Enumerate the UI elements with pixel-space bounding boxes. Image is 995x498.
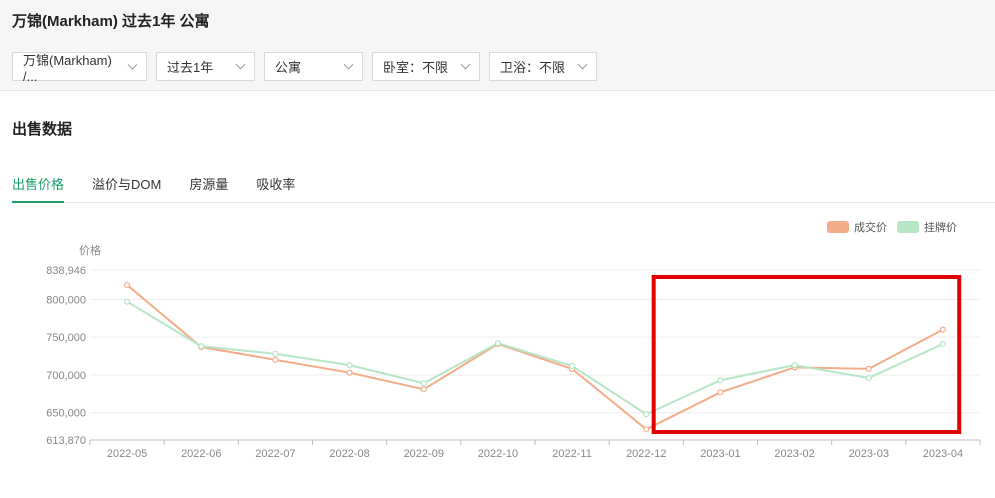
data-point-listing[interactable] bbox=[420, 380, 427, 387]
series-line-listing bbox=[126, 300, 944, 416]
y-axis-label: 价格 bbox=[79, 243, 101, 257]
y-tick-label: 613,870 bbox=[46, 435, 86, 447]
tab-absorption-rate[interactable]: 吸收率 bbox=[256, 174, 295, 203]
legend-item-sold[interactable]: 成交价 bbox=[827, 219, 887, 235]
x-tick-label: 2022-06 bbox=[181, 448, 221, 460]
property-type-select[interactable]: 公寓 bbox=[264, 52, 363, 81]
data-point-sold[interactable] bbox=[643, 426, 650, 433]
legend-label-listing: 挂牌价 bbox=[924, 222, 957, 234]
legend-swatch-sold bbox=[827, 221, 849, 233]
region-select[interactable]: 万锦(Markham) /... bbox=[12, 52, 147, 84]
x-tick-label: 2022-10 bbox=[478, 448, 518, 460]
property-type-select-label: 公寓 bbox=[275, 60, 302, 75]
x-tick-label: 2023-02 bbox=[774, 448, 814, 460]
data-point-listing[interactable] bbox=[272, 350, 279, 357]
section-title: 出售数据 bbox=[12, 121, 73, 138]
y-tick-label: 700,000 bbox=[46, 370, 86, 382]
series-line-sold bbox=[126, 284, 944, 431]
data-point-listing[interactable] bbox=[568, 362, 576, 369]
legend-label-sold: 成交价 bbox=[854, 222, 887, 234]
tab-premium-dom[interactable]: 溢价与DOM bbox=[92, 174, 161, 203]
x-tick-label: 2022-12 bbox=[626, 448, 666, 460]
data-point-listing[interactable] bbox=[939, 340, 947, 348]
y-tick-label: 838,946 bbox=[46, 265, 86, 277]
data-point-sold[interactable] bbox=[272, 356, 279, 363]
y-tick-label: 750,000 bbox=[46, 332, 86, 344]
legend-item-listing[interactable]: 挂牌价 bbox=[897, 219, 957, 235]
chevron-down-icon bbox=[235, 59, 246, 70]
x-tick-label: 2023-03 bbox=[849, 448, 889, 460]
period-select[interactable]: 过去1年 bbox=[156, 52, 255, 81]
chevron-down-icon bbox=[343, 59, 354, 70]
data-point-sold[interactable] bbox=[420, 386, 427, 393]
chart-tabs: 出售价格 溢价与DOM 房源量 吸收率 bbox=[12, 174, 995, 203]
period-select-label: 过去1年 bbox=[167, 60, 214, 75]
data-point-listing[interactable] bbox=[198, 343, 205, 350]
bathroom-select[interactable]: 卫浴：不限 bbox=[489, 52, 597, 81]
data-point-listing[interactable] bbox=[865, 374, 872, 382]
data-point-sold[interactable] bbox=[346, 369, 353, 376]
bathroom-select-label: 卫浴：不限 bbox=[500, 60, 566, 75]
tab-inventory[interactable]: 房源量 bbox=[189, 174, 228, 203]
data-point-sold[interactable] bbox=[939, 326, 947, 333]
data-point-sold[interactable] bbox=[123, 281, 131, 289]
x-tick-label: 2022-07 bbox=[255, 448, 295, 460]
data-point-listing[interactable] bbox=[643, 411, 650, 418]
bedroom-select-label: 卧室：不限 bbox=[383, 60, 449, 75]
bedroom-select[interactable]: 卧室：不限 bbox=[372, 52, 480, 81]
x-tick-label: 2023-01 bbox=[700, 448, 740, 460]
y-tick-label: 650,000 bbox=[46, 408, 86, 420]
chevron-down-icon bbox=[127, 59, 138, 70]
data-point-sold[interactable] bbox=[717, 389, 724, 396]
price-line-chart: 价格 613,870 650,000 700,000 750,000 800,000 83… bbox=[46, 243, 981, 460]
data-point-sold[interactable] bbox=[865, 365, 872, 373]
y-tick-label: 800,000 bbox=[46, 294, 86, 306]
tab-sale-price[interactable]: 出售价格 bbox=[12, 174, 65, 203]
data-point-listing[interactable] bbox=[717, 377, 724, 384]
chevron-down-icon bbox=[577, 59, 588, 70]
highlight-box bbox=[651, 275, 962, 434]
x-tick-label: 2023-04 bbox=[923, 448, 963, 460]
data-point-listing[interactable] bbox=[494, 340, 502, 347]
legend-swatch-listing bbox=[897, 221, 919, 233]
data-point-listing[interactable] bbox=[123, 298, 131, 305]
x-tick-label: 2022-09 bbox=[404, 448, 444, 460]
x-tick-label: 2022-08 bbox=[329, 448, 369, 460]
x-tick-label: 2022-05 bbox=[107, 448, 147, 460]
filter-header: 万锦(Markham) 过去1年 公寓 万锦(Markham) /... 过去1… bbox=[0, 0, 995, 91]
region-select-label: 万锦(Markham) /... bbox=[23, 52, 112, 84]
x-tick-label: 2022-11 bbox=[552, 448, 592, 460]
chart-legend: 成交价 挂牌价 bbox=[827, 219, 957, 235]
filter-bar: 万锦(Markham) /... 过去1年 公寓 卧室：不限 卫浴：不限 bbox=[12, 52, 597, 84]
page-title: 万锦(Markham) 过去1年 公寓 bbox=[12, 13, 210, 30]
data-point-listing[interactable] bbox=[791, 362, 798, 369]
chevron-down-icon bbox=[460, 59, 471, 70]
data-point-listing[interactable] bbox=[346, 362, 353, 369]
